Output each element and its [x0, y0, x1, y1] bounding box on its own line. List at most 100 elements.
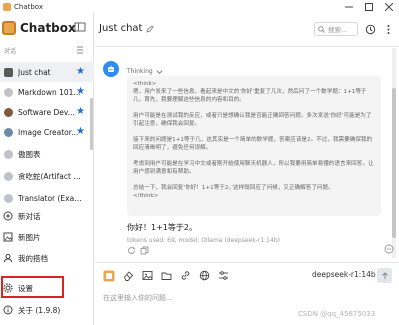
star-icon[interactable]: ★: [76, 127, 85, 137]
sidebar-item-chart[interactable]: 傲图表: [0, 144, 94, 164]
chat-icon: [3, 87, 13, 97]
sidebar-item-label: Translator (Example): [18, 193, 84, 203]
new-chat-button[interactable]: 新对话: [0, 206, 94, 226]
brand: Chatbox: [2, 17, 76, 39]
chat-icon: [3, 149, 13, 159]
close-icon: [385, 2, 393, 11]
model-name: deepseek-r1:14b: [312, 270, 376, 279]
attach-link-button[interactable]: [179, 270, 191, 282]
window-title: Chatbox: [14, 2, 44, 11]
send-button[interactable]: [377, 268, 392, 283]
message-area: Thinking <think> 嗯，用户发来了一些信息，看起来是中文的‘你好’…: [95, 48, 399, 262]
sort-icon[interactable]: [75, 45, 85, 55]
history-icon[interactable]: [365, 24, 376, 35]
edit-pencil-icon[interactable]: [146, 24, 155, 33]
think-close-tag: </think>: [133, 193, 159, 199]
plus-circle-icon: [3, 211, 13, 221]
think-paragraph: 嗯，用户发来了一些信息，看起来是中文的‘你好’重复了几次，然后问了一个数学题：1…: [133, 89, 367, 103]
sidebar-item-just-chat[interactable]: Just chat ★: [0, 62, 94, 82]
title-bar: Chatbox: [0, 0, 399, 13]
refresh-icon[interactable]: [127, 246, 136, 255]
search-input[interactable]: 搜索...: [314, 22, 358, 36]
my-partners-label: 我的搭档: [18, 253, 48, 263]
folder-icon: [161, 272, 171, 280]
think-paragraph: 用户可能是在测试我的反应，或者只是想确认我是否能正确回答问题。多次发送‘你好’可…: [133, 113, 372, 127]
chat-settings-button[interactable]: [103, 270, 115, 282]
partner-icon: [3, 253, 13, 263]
sidebar-item-markdown[interactable]: Markdown 101... ★: [0, 82, 94, 102]
input-placeholder: 在这里输入你的问题...: [103, 294, 173, 302]
app-logo-icon: [3, 2, 11, 11]
chat-title: Just chat: [99, 23, 143, 34]
web-search-button[interactable]: [198, 270, 210, 282]
assistant-answer: 你好！1+1等于2。: [127, 223, 197, 232]
section-label: 对话: [4, 47, 17, 55]
about-button[interactable]: 关于 (1.9.8): [0, 300, 94, 320]
message-meta: tokens used: 69, model: Ollama (deepseek…: [127, 237, 280, 244]
star-icon[interactable]: ★: [76, 67, 85, 77]
star-icon[interactable]: ★: [76, 107, 85, 117]
chat-icon: [3, 171, 13, 181]
sidebar-item-snake[interactable]: 贪吃蛇(Artifact Exa...: [0, 166, 94, 186]
close-button[interactable]: [379, 0, 399, 13]
my-partners-button[interactable]: 我的搭档: [0, 248, 94, 268]
chatbox-logo-icon: [2, 21, 16, 35]
sliders-icon: [218, 271, 228, 280]
watermark: CSDN @qq_45875033: [298, 310, 376, 318]
send-arrow-icon: [381, 271, 388, 279]
sidebar: Chatbox 对话 Just chat ★ Markdown 101... ★…: [0, 13, 94, 325]
maximize-icon: [365, 2, 373, 11]
attach-image-button[interactable]: [141, 270, 153, 282]
model-options-button[interactable]: [217, 270, 229, 282]
star-icon[interactable]: ★: [76, 87, 85, 97]
copy-icon[interactable]: [140, 246, 149, 255]
avatar: [3, 127, 13, 137]
sidebar-item-software-dev[interactable]: Software Dev... ★: [0, 102, 94, 122]
image-icon: [142, 271, 152, 280]
thinking-header[interactable]: Thinking: [127, 68, 163, 75]
minimize-button[interactable]: [339, 0, 359, 13]
chevron-down-icon: [156, 70, 163, 74]
sidebar-item-label: Software Dev...: [18, 107, 75, 117]
chat-icon: [3, 193, 13, 203]
link-icon: [181, 271, 189, 280]
chat-settings-icon: [103, 270, 115, 281]
chat-header: Just chat 搜索...: [95, 13, 399, 47]
avatar: [3, 107, 13, 117]
brand-name: Chatbox: [20, 21, 76, 35]
page-title: Just chat: [99, 23, 155, 34]
sidebar-item-label: Image Creator...: [18, 127, 79, 137]
new-chat-label: 新对话: [18, 211, 41, 221]
collapse-sidebar-icon[interactable]: [74, 21, 86, 33]
more-vertical-icon[interactable]: [383, 24, 394, 35]
chat-icon: [3, 67, 13, 77]
assistant-avatar: [103, 61, 119, 77]
search-icon: [318, 25, 325, 33]
new-image-label: 新图片: [18, 232, 41, 242]
clear-button[interactable]: [122, 270, 134, 282]
new-image-button[interactable]: 新图片: [0, 227, 94, 247]
sidebar-item-label: Just chat: [18, 67, 51, 77]
sidebar-item-image-creator[interactable]: Image Creator... ★: [0, 122, 94, 142]
sidebar-item-translator[interactable]: Translator (Example): [0, 188, 94, 208]
search-placeholder: 搜索...: [328, 26, 348, 34]
sidebar-item-label: 贪吃蛇(Artifact Exa...: [18, 171, 84, 181]
sidebar-scrollbar[interactable]: [90, 98, 93, 150]
sidebar-item-label: Markdown 101...: [18, 87, 81, 97]
model-selector[interactable]: deepseek-r1:14b: [312, 270, 386, 279]
settings-highlight: [1, 276, 64, 298]
maximize-button[interactable]: [359, 0, 379, 13]
think-open-tag: <think>: [133, 81, 157, 87]
input-toolbar: deepseek-r1:14b: [95, 262, 399, 288]
thinking-label: Thinking: [127, 68, 153, 75]
attach-file-button[interactable]: [160, 270, 172, 282]
message-input[interactable]: 在这里输入你的问题...: [95, 289, 399, 325]
image-icon: [3, 232, 13, 242]
eraser-icon: [123, 271, 133, 281]
message-scrollbar[interactable]: [392, 48, 396, 258]
think-paragraph: 考虑到用户可能是在学习中文或者刚开始使用聊天机器人，所以我要用简单易懂的语言来回…: [133, 161, 374, 175]
sidebar-item-label: 傲图表: [18, 149, 41, 159]
think-paragraph: 接下来的问题是1+1等于几，这其实是一个简单的数学题，答案应该是2。不过，我需要…: [133, 137, 373, 151]
chat-bubble-icon[interactable]: [384, 244, 394, 254]
think-paragraph: 总结一下，我会回复‘你好！1+1等于2。’这样既回应了问候，又正确解答了问题。: [133, 185, 334, 191]
